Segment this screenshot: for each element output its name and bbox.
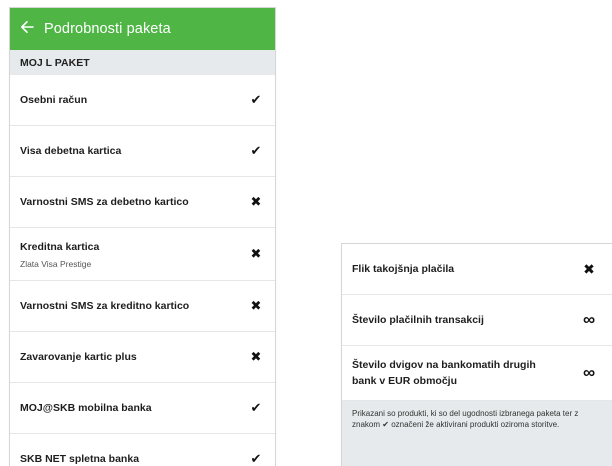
list-item[interactable]: Varnostni SMS za kreditno kartico ✖: [10, 281, 275, 332]
list-item[interactable]: SKB NET spletna banka ✔: [10, 434, 275, 466]
list-item[interactable]: Flik takojšnja plačila ✖: [342, 244, 612, 295]
list-item[interactable]: MOJ@SKB mobilna banka ✔: [10, 383, 275, 434]
item-label: Osebni račun: [20, 93, 88, 106]
item-label: SKB NET spletna banka: [20, 452, 140, 465]
item-label-line2: bank v EUR območju: [352, 375, 458, 387]
check-icon: ✔: [250, 143, 262, 158]
item-sublabel: Zlata Visa Prestige: [20, 258, 92, 269]
page-title: Podrobnosti paketa: [44, 21, 171, 37]
check-icon: ✔: [250, 400, 262, 415]
legend-note: Prikazani so produkti, ki so del ugodnos…: [342, 401, 612, 466]
package-name-header: MOJ L PAKET: [10, 50, 275, 75]
note-text-end: označeni že aktivirani produkti oziroma …: [391, 420, 560, 429]
infinity-icon: ∞: [582, 310, 596, 329]
list-item[interactable]: Zavarovanje kartic plus ✖: [10, 332, 275, 383]
product-list: Flik takojšnja plačila ✖ Število plačiln…: [342, 244, 612, 401]
cross-icon: ✖: [583, 260, 595, 277]
item-label: Število plačilnih transakcij: [352, 313, 484, 326]
app-bar: Podrobnosti paketa: [10, 8, 275, 50]
package-details-screen: Podrobnosti paketa MOJ L PAKET Osebni ra…: [10, 8, 275, 466]
list-item[interactable]: Varnostni SMS za debetno kartico ✖: [10, 177, 275, 228]
item-label-line1: Število dvigov na bankomatih drugih: [352, 359, 536, 371]
item-label: Flik takojšnja plačila: [352, 262, 455, 275]
cross-icon: ✖: [250, 246, 262, 261]
check-icon: ✔: [382, 420, 389, 429]
item-label: Varnostni SMS za debetno kartico: [20, 195, 189, 208]
item-label: Kreditna kartica: [20, 240, 100, 253]
cross-icon: ✖: [250, 349, 262, 364]
back-button[interactable]: [10, 20, 44, 39]
list-item[interactable]: Število dvigov na bankomatih drugih bank…: [342, 346, 612, 401]
item-label: MOJ@SKB mobilna banka: [20, 401, 152, 414]
arrow-left-icon: [20, 20, 34, 39]
cross-icon: ✖: [250, 298, 262, 313]
item-label: Varnostni SMS za kreditno kartico: [20, 299, 190, 312]
product-list: Osebni račun ✔ Visa debetna kartica ✔ Va…: [10, 75, 275, 466]
infinity-icon: ∞: [582, 363, 596, 382]
list-item[interactable]: Visa debetna kartica ✔: [10, 126, 275, 177]
list-item[interactable]: Osebni račun ✔: [10, 75, 275, 126]
package-details-bottom-screen: Flik takojšnja plačila ✖ Število plačiln…: [342, 244, 612, 466]
check-icon: ✔: [250, 451, 262, 466]
list-item[interactable]: Število plačilnih transakcij ∞: [342, 295, 612, 346]
item-label: Zavarovanje kartic plus: [20, 350, 137, 363]
cross-icon: ✖: [250, 194, 262, 209]
check-icon: ✔: [250, 92, 262, 107]
item-label: Visa debetna kartica: [20, 144, 122, 157]
list-item[interactable]: Kreditna kartica Zlata Visa Prestige ✖: [10, 228, 275, 281]
